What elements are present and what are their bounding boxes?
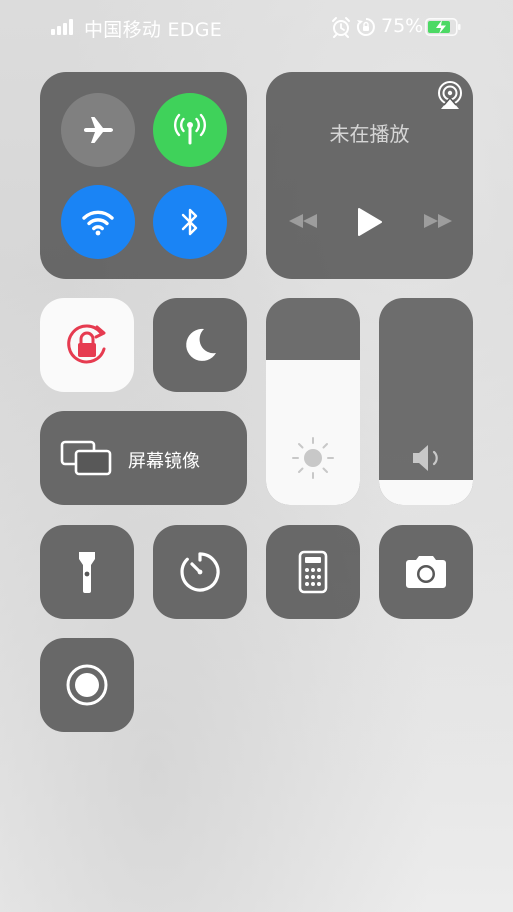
battery-percentage: 75% — [381, 15, 424, 37]
volume-level-fill — [379, 480, 473, 505]
screen-mirroring-label: 屏幕镜像 — [128, 451, 200, 472]
alarm-icon — [332, 17, 350, 38]
flashlight-button[interactable] — [40, 525, 134, 619]
screen-record-icon — [66, 664, 108, 706]
brightness-slider[interactable] — [266, 298, 360, 505]
timer-icon — [180, 552, 220, 592]
screen-mirroring-button[interactable]: 屏幕镜像 — [40, 411, 247, 505]
orientation-lock-status-icon — [356, 18, 375, 36]
brightness-level-fill — [266, 360, 360, 505]
now-playing-status: 未在播放 — [329, 122, 410, 146]
previous-track-icon[interactable] — [287, 211, 319, 231]
cellular-data-button[interactable] — [153, 93, 227, 167]
brightness-sun-icon — [292, 437, 334, 479]
orientation-lock-button[interactable] — [40, 298, 134, 392]
airplay-icon[interactable] — [435, 80, 465, 110]
airplane-mode-button[interactable] — [61, 93, 135, 167]
do-not-disturb-button[interactable] — [153, 298, 247, 392]
status-bar: 中国移动 EDGE 75% — [0, 0, 513, 56]
calculator-button[interactable] — [266, 525, 360, 619]
screen-mirroring-icon — [60, 440, 112, 476]
airplane-icon — [84, 117, 113, 143]
signal-strength-icon — [51, 19, 77, 35]
volume-slider[interactable] — [379, 298, 473, 505]
cellular-antenna-icon — [174, 113, 206, 145]
flashlight-icon — [79, 552, 95, 593]
timer-button[interactable] — [153, 525, 247, 619]
moon-icon — [186, 328, 216, 361]
screen-record-button[interactable] — [40, 638, 134, 732]
bluetooth-button[interactable] — [153, 185, 227, 259]
speaker-icon — [413, 445, 438, 471]
camera-icon — [406, 556, 446, 588]
next-track-icon[interactable] — [422, 211, 454, 231]
media-controls — [266, 203, 473, 243]
wifi-icon — [82, 210, 114, 236]
now-playing-module: 未在播放 — [266, 72, 473, 279]
connectivity-module — [40, 72, 247, 279]
wifi-button[interactable] — [61, 185, 135, 259]
battery-charging-icon — [425, 18, 461, 36]
play-icon[interactable] — [357, 207, 383, 237]
orientation-lock-icon — [67, 324, 106, 364]
carrier-label: 中国移动 EDGE — [84, 19, 223, 41]
calculator-icon — [298, 550, 328, 594]
camera-button[interactable] — [379, 525, 473, 619]
bluetooth-icon — [181, 208, 198, 236]
